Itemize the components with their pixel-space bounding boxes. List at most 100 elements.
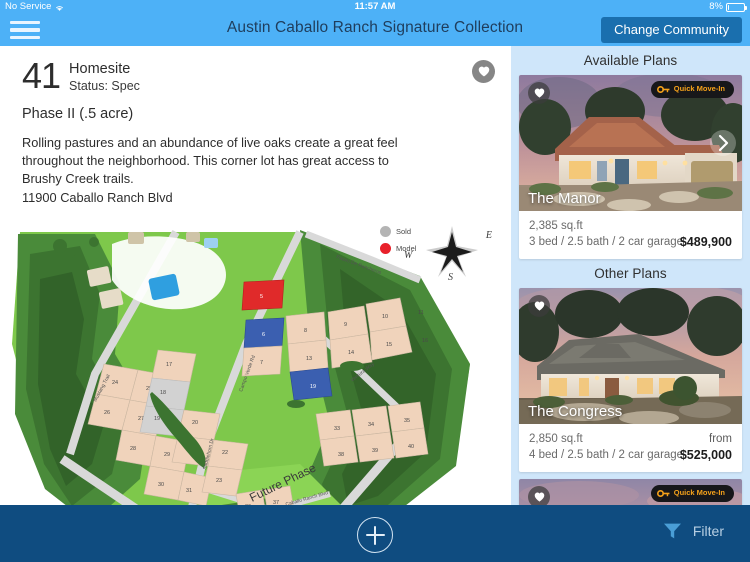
homesite-detail-panel: 41 Homesite Status: Spec Phase II (.5 ac… [0, 46, 511, 505]
plan-sqft-the-manor: 2,385 sq.ft [529, 220, 583, 232]
svg-text:16: 16 [422, 338, 428, 344]
chevron-right-icon [718, 134, 728, 152]
plan-next-button-the-manor[interactable] [710, 130, 736, 156]
quick-move-in-badge-third[interactable]: Quick Move-In [650, 485, 734, 502]
plans-sidebar[interactable]: Available Plans Quick Move-In The Manor … [511, 46, 750, 505]
favorite-button[interactable] [472, 60, 495, 83]
svg-text:19: 19 [154, 416, 160, 422]
amenity-building-4 [186, 232, 200, 242]
quick-move-in-badge-the-manor[interactable]: Quick Move-In [650, 81, 734, 98]
filter-label: Filter [692, 523, 724, 539]
compass-label-east: E [485, 230, 492, 241]
svg-text:31: 31 [186, 488, 192, 494]
heart-icon [534, 88, 544, 98]
svg-text:6: 6 [262, 332, 265, 338]
site-map[interactable]: 24 25 26 27 28 29 30 31 32 [0, 224, 511, 505]
plan-card-third-partial[interactable]: Quick Move-In [519, 479, 742, 505]
status-bar-time: 11:57 AM [354, 1, 396, 12]
svg-text:8: 8 [304, 328, 307, 334]
svg-text:19: 19 [310, 384, 316, 390]
plan-favorite-button-third[interactable] [528, 486, 550, 505]
sold-swatch-icon [380, 226, 391, 237]
bottom-toolbar: Filter [0, 505, 750, 562]
plan-price-the-manor: $489,900 [679, 235, 732, 249]
plan-photo-the-congress: The Congress [519, 288, 742, 424]
svg-text:10: 10 [382, 314, 388, 320]
plan-meta-the-congress: 2,850 sq.ft 4 bed / 2.5 bath / 2 car gar… [519, 424, 742, 472]
homesite-address: 11900 Caballo Ranch Blvd [22, 190, 173, 205]
compass-icon [426, 226, 478, 277]
svg-text:18: 18 [160, 390, 166, 396]
homesite-kind-label: Homesite [69, 61, 131, 77]
map-tree-1 [53, 239, 67, 253]
quick-move-in-label: Quick Move-In [673, 488, 725, 498]
amenity-building-5 [204, 238, 218, 248]
status-bar: No Service 11:57 AM 8% [0, 0, 750, 14]
compass-rose: W E S N [404, 224, 492, 286]
svg-text:23: 23 [216, 478, 222, 484]
filter-icon [663, 523, 681, 539]
plan-favorite-button-the-congress[interactable] [528, 295, 550, 317]
svg-text:7: 7 [260, 360, 263, 366]
homesite-phase: Phase II (.5 acre) [22, 106, 134, 122]
legend-item-sold: Sold [380, 226, 416, 237]
plan-favorite-button-the-manor[interactable] [528, 82, 550, 104]
compass-label-west: W [404, 250, 413, 261]
section-header-other-plans: Other Plans [594, 266, 667, 281]
nav-bar: Austin Caballo Ranch Signature Collectio… [0, 14, 750, 46]
amenity-building-3 [128, 232, 144, 244]
plan-card-the-congress[interactable]: The Congress 2,850 sq.ft 4 bed / 2.5 bat… [519, 288, 742, 472]
svg-text:39: 39 [372, 448, 378, 454]
key-icon [656, 85, 670, 94]
plan-photo-third-partial: Quick Move-In [519, 479, 742, 505]
svg-text:22: 22 [222, 450, 228, 456]
plan-card-the-manor[interactable]: Quick Move-In The Manor 2,385 sq.ft 3 be… [519, 75, 742, 259]
status-bar-right: 8% [709, 0, 747, 14]
filter-button[interactable]: Filter [663, 522, 724, 540]
quick-move-in-label: Quick Move-In [673, 84, 725, 94]
plan-name-the-manor: The Manor [528, 190, 601, 207]
svg-text:5: 5 [260, 294, 263, 300]
svg-text:35: 35 [404, 418, 410, 424]
section-header-available-plans: Available Plans [583, 53, 678, 68]
svg-text:33: 33 [334, 426, 340, 432]
homesite-header-text: Homesite Status: Spec [69, 58, 497, 94]
legend-label-sold: Sold [396, 227, 412, 236]
svg-text:38: 38 [338, 452, 344, 458]
heart-icon [534, 492, 544, 502]
compass-label-south: S [448, 272, 453, 283]
plan-meta-the-manor: 2,385 sq.ft 3 bed / 2.5 bath / 2 car gar… [519, 211, 742, 259]
key-icon [656, 489, 670, 498]
svg-text:9: 9 [344, 322, 347, 328]
svg-text:30: 30 [158, 482, 164, 488]
svg-text:24: 24 [112, 380, 118, 386]
map-tree-3 [89, 237, 99, 247]
change-community-button[interactable]: Change Community [601, 17, 742, 43]
svg-text:28: 28 [130, 446, 136, 452]
battery-percent-label: 8% [709, 1, 723, 12]
map-tree-5 [287, 400, 305, 408]
svg-text:11: 11 [418, 310, 424, 316]
heart-icon [478, 66, 489, 77]
battery-icon [726, 2, 747, 12]
model-swatch-icon [380, 243, 391, 254]
plan-photo-the-manor: Quick Move-In The Manor [519, 75, 742, 211]
homesite-description: Rolling pastures and an abundance of liv… [22, 135, 398, 186]
svg-text:15: 15 [386, 342, 392, 348]
homesite-number: 41 [22, 55, 61, 96]
plan-name-the-congress: The Congress [528, 403, 623, 420]
plan-sqft-the-congress: 2,850 sq.ft [529, 433, 583, 445]
add-button[interactable] [357, 517, 393, 553]
svg-text:14: 14 [348, 350, 354, 356]
svg-text:20: 20 [192, 420, 198, 426]
app-root: No Service 11:57 AM 8% Austin Caballo Ra… [0, 0, 750, 562]
svg-text:29: 29 [164, 452, 170, 458]
svg-text:26: 26 [104, 410, 110, 416]
plan-price-the-congress: $525,000 [679, 448, 732, 462]
heart-icon [534, 301, 544, 311]
homesite-status-label: Status: Spec [69, 79, 140, 93]
svg-text:40: 40 [408, 444, 414, 450]
homesite-header: 41 Homesite Status: Spec [0, 46, 511, 94]
svg-text:17: 17 [166, 362, 172, 368]
svg-text:34: 34 [368, 422, 374, 428]
